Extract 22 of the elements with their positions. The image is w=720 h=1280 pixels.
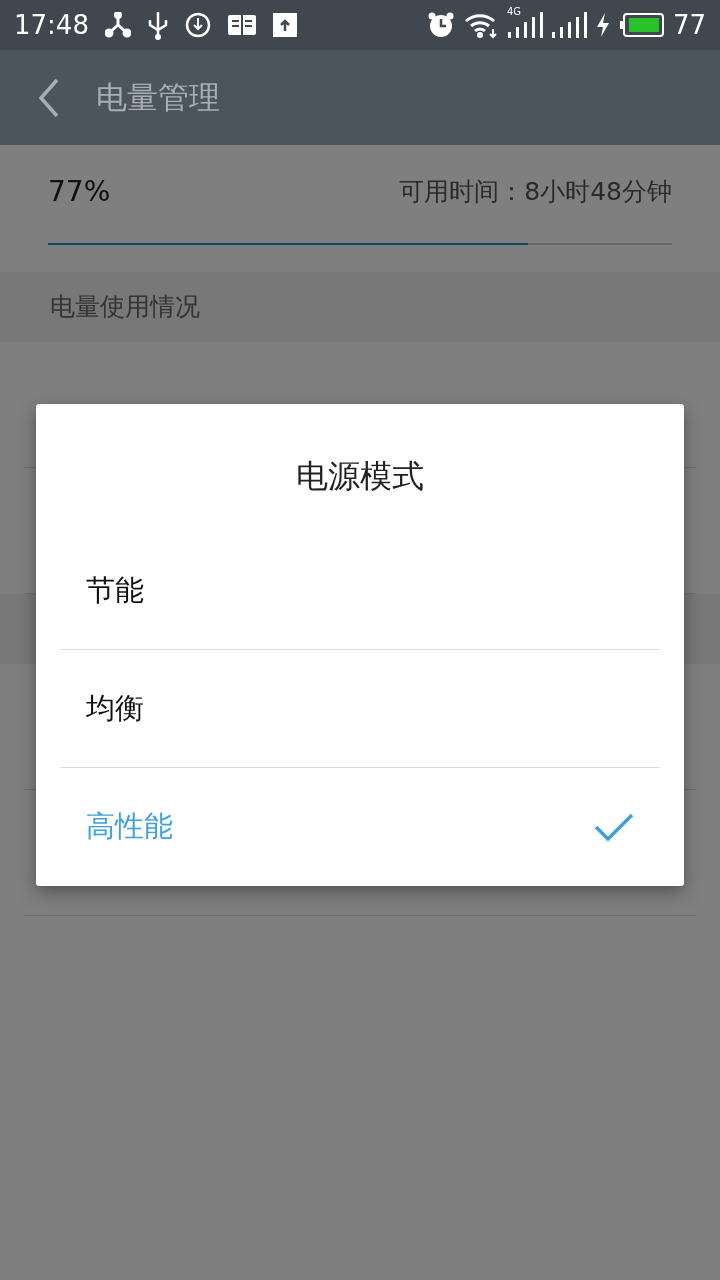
remaining-time: 可用时间：8小时48分钟 xyxy=(399,176,672,209)
dialog-title: 电源模式 xyxy=(295,456,425,497)
screen-title: 电量管理 xyxy=(96,78,220,118)
book-icon xyxy=(226,13,257,37)
back-icon[interactable] xyxy=(38,77,60,118)
signal-icon xyxy=(550,11,587,39)
charging-bolt-icon xyxy=(594,12,611,38)
share-node-icon xyxy=(104,12,131,38)
clock-time: 17:48 xyxy=(14,8,89,42)
wifi-icon xyxy=(462,11,499,39)
battery-percent: 77 xyxy=(672,8,706,42)
check-icon xyxy=(594,812,634,843)
alarm-icon xyxy=(426,11,455,39)
upload-icon xyxy=(272,13,297,37)
option-item[interactable]: 节能 xyxy=(60,532,660,651)
network-label: 4G xyxy=(506,7,522,17)
download-icon xyxy=(184,12,211,38)
section-title: 电量使用情况 xyxy=(50,291,200,324)
usb-icon xyxy=(146,10,169,40)
battery-percentage: 77% xyxy=(48,174,111,210)
battery-icon xyxy=(618,12,665,38)
option-item[interactable]: 均衡 xyxy=(60,650,660,769)
